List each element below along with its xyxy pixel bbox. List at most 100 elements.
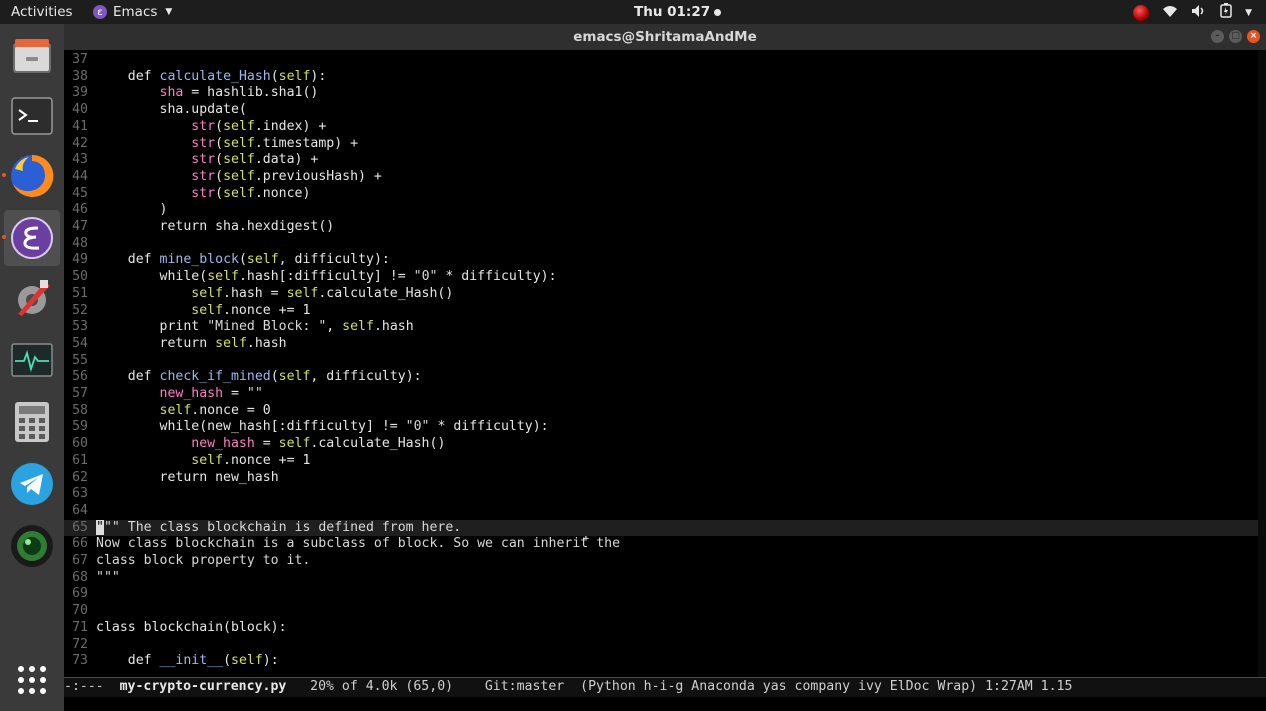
- code-line[interactable]: 65 """ The class blockchain is defined fr…: [64, 519, 1258, 537]
- app-menu-label: Emacs: [113, 4, 158, 20]
- code-line[interactable]: 59 while(new_hash[:difficulty] != "0" * …: [64, 419, 1258, 436]
- clock[interactable]: Thu 01:27: [634, 4, 722, 20]
- code-line[interactable]: 57 new_hash = "": [64, 386, 1258, 403]
- line-number: 39: [72, 85, 88, 101]
- code-line[interactable]: 60 new_hash = self.calculate_Hash(): [64, 436, 1258, 453]
- system-menu-chevron-icon[interactable]: ▼: [1245, 8, 1252, 18]
- recording-indicator-icon[interactable]: [1133, 4, 1150, 21]
- line-number: 58: [72, 402, 88, 418]
- code-line[interactable]: 72: [64, 637, 1258, 654]
- code-line[interactable]: 73 def __init__(self):: [64, 653, 1258, 670]
- code-text: return sha.hexdigest(): [159, 219, 335, 234]
- code-line[interactable]: 39 sha = hashlib.sha1(): [64, 85, 1258, 102]
- code-line[interactable]: 37: [64, 52, 1258, 69]
- code-text: def __init__(self):: [127, 653, 279, 669]
- mode-line[interactable]: -:--- my-crypto-currency.py 20% of 4.0k …: [64, 677, 1266, 697]
- code-text: str(self.timestamp) +: [191, 135, 359, 151]
- code-line[interactable]: 58 self.nonce = 0: [64, 403, 1258, 420]
- window-title: emacs@ShritamaAndMe: [573, 29, 757, 45]
- dock-calculator[interactable]: [4, 394, 60, 450]
- code-line[interactable]: 68 """: [64, 570, 1258, 587]
- minimize-button[interactable]: –: [1211, 30, 1224, 43]
- code-line[interactable]: 62 return new_hash: [64, 470, 1258, 487]
- dock-settings[interactable]: [4, 270, 60, 326]
- close-button[interactable]: ×: [1247, 30, 1260, 43]
- code-line[interactable]: 46 ): [64, 202, 1258, 219]
- line-number: 43: [72, 152, 88, 168]
- code-line[interactable]: 42 str(self.timestamp) +: [64, 136, 1258, 153]
- code-line[interactable]: 49 def mine_block(self, difficulty):: [64, 252, 1258, 269]
- maximize-button[interactable]: □: [1229, 30, 1242, 43]
- running-indicator-icon: [2, 235, 6, 239]
- code-text: def check_if_mined(self, difficulty):: [127, 369, 422, 385]
- line-number: 65: [72, 519, 88, 535]
- code-line[interactable]: 51 self.hash = self.calculate_Hash(): [64, 286, 1258, 303]
- code-line[interactable]: 71 class blockchain(block):: [64, 620, 1258, 637]
- code-line[interactable]: 47 return sha.hexdigest(): [64, 219, 1258, 236]
- window-titlebar[interactable]: emacs@ShritamaAndMe – □ ×: [64, 24, 1266, 50]
- code-line[interactable]: 55: [64, 353, 1258, 370]
- code-text: self.nonce += 1: [191, 452, 311, 468]
- scrollbar[interactable]: [1258, 50, 1266, 677]
- dock-show-applications[interactable]: [4, 652, 60, 708]
- dock-files[interactable]: [4, 28, 60, 84]
- firefox-icon: [9, 153, 55, 199]
- volume-icon[interactable]: [1191, 4, 1207, 22]
- modeline-load: 1.15: [1040, 679, 1073, 694]
- line-number: 70: [72, 603, 88, 619]
- code-line[interactable]: 52 self.nonce += 1: [64, 303, 1258, 320]
- code-text: return new_hash: [159, 469, 279, 485]
- minibuffer[interactable]: [64, 697, 1266, 711]
- editor-buffer[interactable]: I 3738 def calculate_Hash(self):39 sha =…: [64, 50, 1266, 677]
- code-line[interactable]: 44 str(self.previousHash) +: [64, 169, 1258, 186]
- code-text: def mine_block(self, difficulty):: [127, 252, 390, 268]
- code-line[interactable]: 69: [64, 586, 1258, 603]
- files-icon: [11, 35, 53, 77]
- system-tray[interactable]: ▼: [1133, 3, 1252, 22]
- terminal-icon: [11, 97, 53, 135]
- dock-terminal[interactable]: [4, 88, 60, 144]
- dock-telegram[interactable]: [4, 456, 60, 512]
- code-line[interactable]: 41 str(self.index) +: [64, 119, 1258, 136]
- code-line[interactable]: 50 while(self.hash[:difficulty] != "0" *…: [64, 269, 1258, 286]
- battery-icon[interactable]: [1220, 3, 1232, 22]
- code-line[interactable]: 54 return self.hash: [64, 336, 1258, 353]
- line-number: 53: [72, 319, 88, 335]
- code-line[interactable]: 48: [64, 236, 1258, 253]
- code-text: while(self.hash[:difficulty] != "0" * di…: [159, 269, 557, 285]
- app-menu[interactable]: ε Emacs ▼: [93, 4, 172, 20]
- code-line[interactable]: 45 str(self.nonce): [64, 186, 1258, 203]
- code-line[interactable]: 40 sha.update(: [64, 102, 1258, 119]
- line-number: 44: [72, 168, 88, 184]
- modeline-position: 20% of 4.0k (65,0): [310, 679, 454, 694]
- code-line[interactable]: 38 def calculate_Hash(self):: [64, 69, 1258, 86]
- dock-emacs[interactable]: [2, 210, 60, 266]
- calculator-icon: [14, 401, 50, 443]
- activities-button[interactable]: Activities: [11, 4, 73, 20]
- line-number: 72: [72, 636, 88, 652]
- code-text: def calculate_Hash(self):: [127, 68, 327, 84]
- line-number: 40: [72, 102, 88, 118]
- code-line[interactable]: 56 def check_if_mined(self, difficulty):: [64, 369, 1258, 386]
- wifi-icon[interactable]: [1162, 4, 1178, 22]
- code-text: class block property to it.: [96, 553, 311, 568]
- top-bar: Activities ε Emacs ▼ Thu 01:27 ▼: [0, 0, 1266, 24]
- code-line[interactable]: 67 class block property to it.: [64, 553, 1258, 570]
- modeline-vc: Git:master: [484, 679, 565, 694]
- code-text: sha = hashlib.sha1(): [159, 85, 319, 101]
- code-line[interactable]: 66 Now class blockchain is a subclass of …: [64, 536, 1258, 553]
- code-line[interactable]: 61 self.nonce += 1: [64, 453, 1258, 470]
- text-cursor: ": [96, 519, 104, 535]
- code-text: self.nonce += 1: [191, 302, 311, 318]
- dock-camera[interactable]: [4, 518, 60, 574]
- line-number: 60: [72, 436, 88, 452]
- code-text: str(self.index) +: [191, 118, 327, 134]
- code-line[interactable]: 53 print "Mined Block: ", self.hash: [64, 319, 1258, 336]
- dock-system-monitor[interactable]: [4, 332, 60, 388]
- code-line[interactable]: 64: [64, 503, 1258, 520]
- dock-firefox[interactable]: [2, 148, 60, 204]
- code-line[interactable]: 43 str(self.data) +: [64, 152, 1258, 169]
- line-number: 46: [72, 202, 88, 218]
- code-line[interactable]: 63: [64, 486, 1258, 503]
- code-line[interactable]: 70: [64, 603, 1258, 620]
